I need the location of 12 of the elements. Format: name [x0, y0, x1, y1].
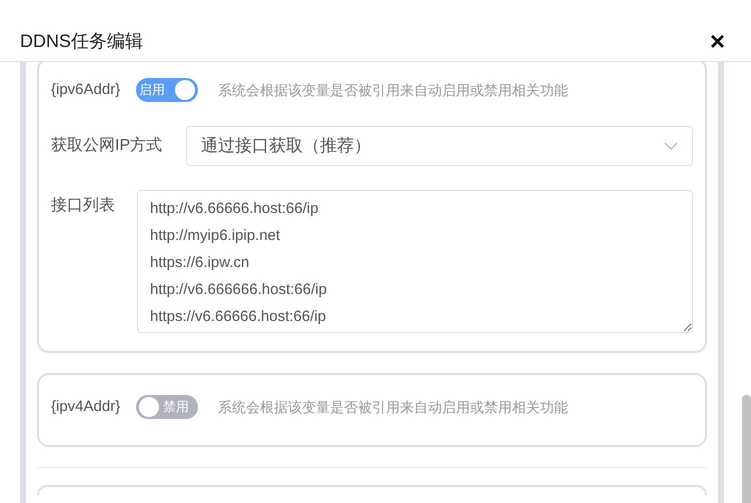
variable-name: {ipv6Addr}: [51, 80, 120, 100]
hint-text: 系统会根据该变量是否被引用来自动启用或禁用相关功能: [218, 398, 568, 416]
close-button[interactable]: ×: [710, 28, 725, 54]
hint-text: 系统会根据该变量是否被引用来自动启用或禁用相关功能: [218, 80, 568, 100]
dialog-title: DDNS任务编辑: [20, 30, 144, 53]
field-label: 接口列表: [51, 196, 116, 216]
scrollbar-thumb[interactable]: [742, 395, 751, 503]
field-label: 获取公网IP方式: [51, 136, 164, 156]
textarea-field[interactable]: http://v6.66666.host:66/ip http://myip6.ipip.net https://6.ipw.cn http://v6.666666.host:66/ip https://v6.66666.host:66/ip: [137, 190, 693, 333]
chevron-down-icon: [664, 142, 678, 150]
variable-name: {ipv4Addr}: [51, 396, 120, 417]
select-field[interactable]: 通过接口获取（推荐）: [186, 126, 693, 166]
